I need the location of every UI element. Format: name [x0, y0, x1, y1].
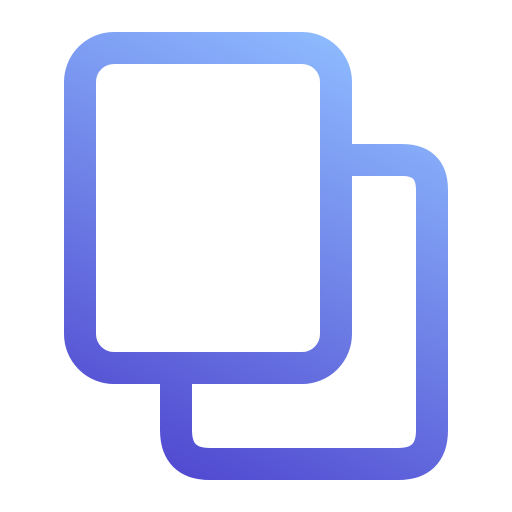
- copy-icon: [64, 32, 448, 480]
- front-document-outline: [64, 32, 352, 384]
- icon-canvas: [0, 0, 512, 512]
